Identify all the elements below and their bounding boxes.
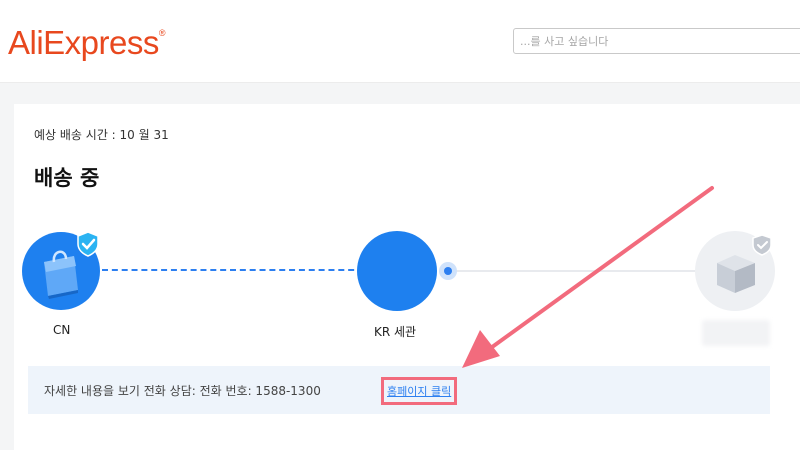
annotation-arrow — [462, 186, 714, 368]
